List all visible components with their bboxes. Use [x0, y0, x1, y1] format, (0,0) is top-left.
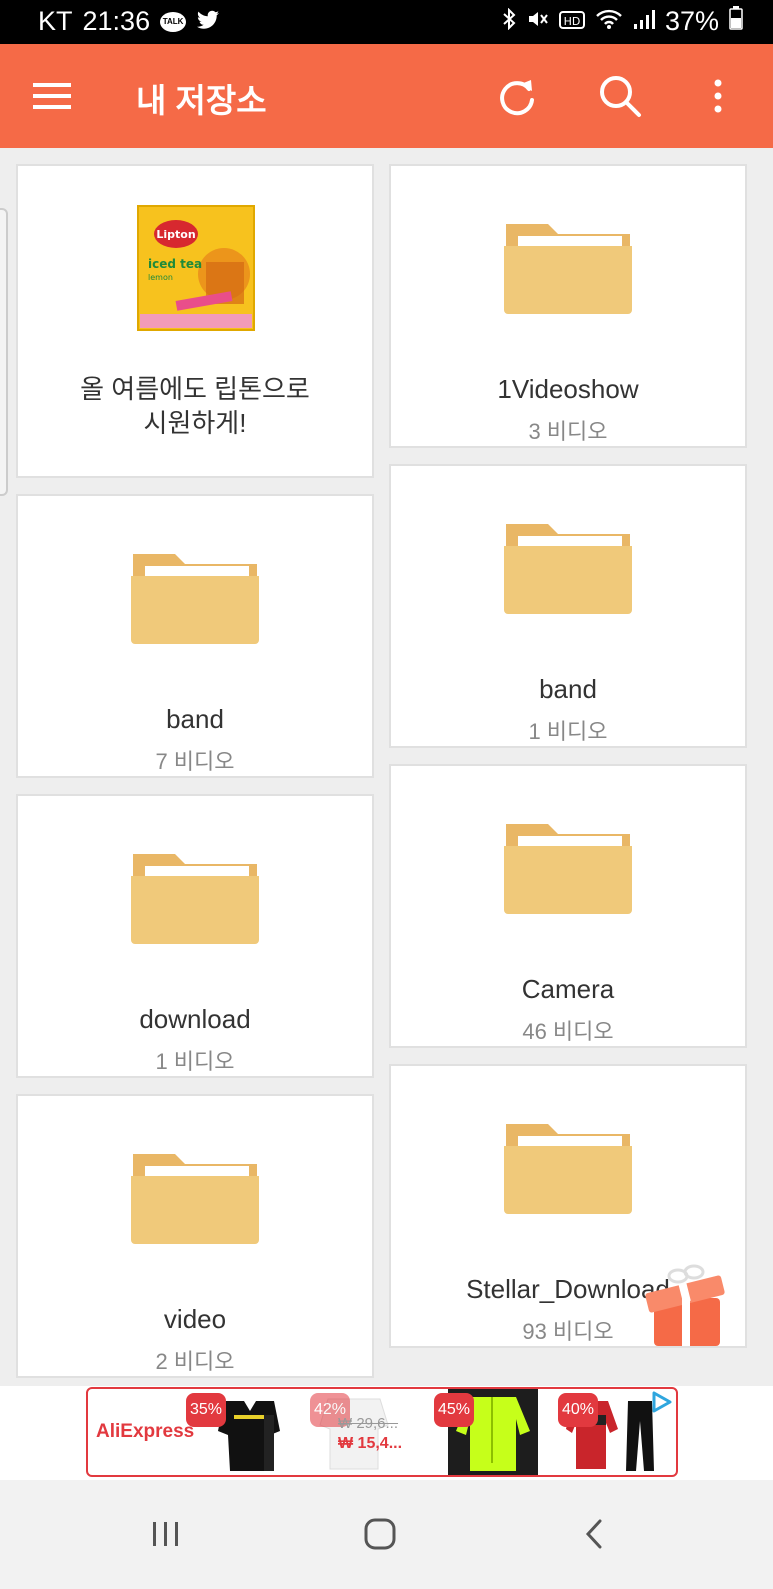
home-icon — [364, 1518, 396, 1550]
folder-card-1videoshow[interactable]: 1Videoshow 3 비디오 — [389, 164, 747, 448]
adchoices-icon[interactable] — [650, 1391, 672, 1413]
wifi-icon — [595, 6, 623, 37]
app-bar: 내 저장소 — [0, 44, 773, 148]
folder-icon — [131, 554, 259, 644]
folder-icon — [504, 224, 632, 314]
refresh-icon — [500, 80, 534, 116]
folder-card-band-7[interactable]: band 7 비디오 — [16, 494, 374, 778]
old-price: ₩ 29,6... — [338, 1415, 399, 1432]
folder-name: 1Videoshow — [497, 374, 639, 404]
aliexpress-banner-ad[interactable]: AliExpress 35% 42% ₩ 29,6... ₩ 15,4... 4… — [86, 1387, 678, 1477]
search-button[interactable] — [592, 68, 648, 124]
menu-button[interactable] — [24, 68, 80, 124]
folder-icon — [504, 524, 632, 614]
folder-icon — [131, 854, 259, 944]
sale-price: ₩ 15,4... — [338, 1435, 403, 1452]
folder-icon — [131, 1154, 259, 1244]
folder-icon — [504, 1124, 632, 1214]
twitter-icon — [196, 6, 220, 37]
folder-name: video — [163, 1304, 227, 1334]
ad-brand: AliExpress — [96, 1421, 195, 1442]
page-title: 내 저장소 — [136, 82, 267, 119]
discount-badge: 35% — [186, 1393, 226, 1427]
hd-icon: HD — [558, 6, 585, 37]
back-icon — [585, 1519, 602, 1549]
svg-text:Lipton: Lipton — [156, 228, 195, 241]
folder-card-camera[interactable]: Camera 46 비디오 — [389, 764, 747, 1048]
folder-card-video[interactable]: video 2 비디오 — [16, 1094, 374, 1378]
bluetooth-icon — [501, 6, 517, 37]
battery-icon — [729, 6, 743, 37]
gift-button[interactable] — [640, 1262, 730, 1352]
refresh-button[interactable] — [489, 68, 545, 124]
search-icon — [600, 76, 641, 117]
folder-card-band-1[interactable]: band 1 비디오 — [389, 464, 747, 748]
folder-icon — [504, 824, 632, 914]
menu-icon — [33, 83, 71, 109]
ad-card-title-line2: 시원하게! — [143, 408, 247, 438]
carrier-label: KT — [38, 6, 73, 36]
mute-icon — [527, 6, 549, 37]
drawer-handle[interactable] — [0, 208, 8, 496]
gift-icon — [645, 1264, 725, 1346]
ad-card-title-line1: 올 여름에도 립톤으로 — [80, 374, 310, 404]
ad-card[interactable]: Lipton iced tea lemon 올 여름에도 립톤으로 시원하게! — [16, 164, 374, 478]
clock: 21:36 — [82, 6, 151, 36]
folder-name: Camera — [521, 974, 615, 1004]
signal-icon — [633, 6, 655, 37]
folder-name: download — [139, 1004, 251, 1034]
folder-card-download[interactable]: download 1 비디오 — [16, 794, 374, 1078]
folder-count: 1 비디오 — [528, 719, 608, 744]
recent-apps-icon — [153, 1522, 178, 1546]
status-bar: KT 21:36 TALK HD 37% — [0, 0, 773, 44]
folder-count: 7 비디오 — [155, 749, 235, 774]
folder-count: 46 비디오 — [522, 1019, 614, 1044]
svg-text:lemon: lemon — [148, 273, 173, 282]
discount-badge: 40% — [558, 1393, 598, 1427]
folder-name: band — [539, 674, 597, 704]
battery-percent: 37% — [664, 6, 719, 36]
svg-text:iced tea: iced tea — [148, 257, 202, 271]
system-nav-bar — [0, 1480, 773, 1589]
folder-count: 3 비디오 — [528, 419, 608, 444]
more-vert-icon — [714, 79, 722, 113]
folder-name: band — [166, 704, 224, 734]
back-button[interactable] — [564, 1504, 624, 1564]
kakaotalk-icon: TALK — [160, 11, 187, 32]
more-options-button[interactable] — [690, 68, 746, 124]
home-button[interactable] — [350, 1504, 410, 1564]
folder-count: 1 비디오 — [155, 1049, 235, 1074]
folder-count: 2 비디오 — [155, 1349, 235, 1374]
svg-text:HD: HD — [564, 15, 581, 28]
recent-apps-button[interactable] — [136, 1504, 196, 1564]
discount-badge: 45% — [434, 1393, 474, 1427]
lipton-box-image: Lipton iced tea lemon — [137, 205, 255, 331]
